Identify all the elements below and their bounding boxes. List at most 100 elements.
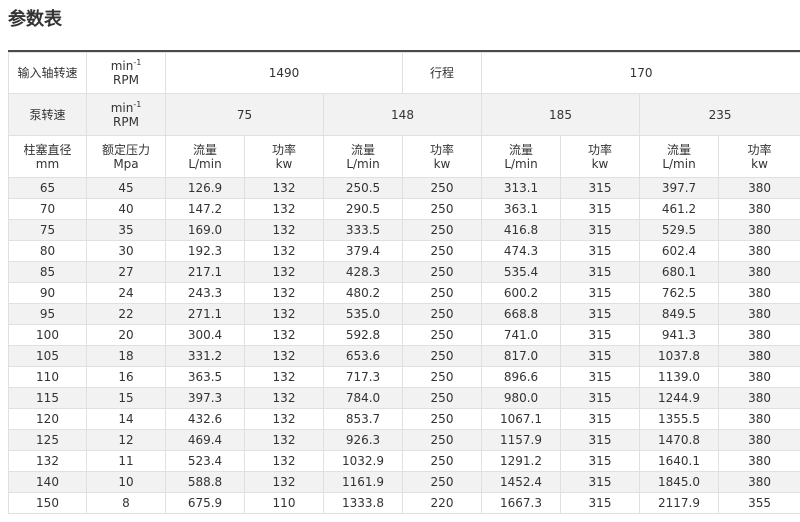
table-row: 75 35 169.0 132 333.5 250 416.8 315 529.5 380 — [8, 219, 800, 241]
input-speed-unit: min-1 RPM — [86, 52, 166, 94]
plunger-diameter-header: 柱塞直径 mm — [8, 135, 87, 178]
table-row: 125 12 469.4 132 926.3 250 1157.9 315 1470.8 380 — [8, 429, 800, 451]
flow-cell: 529.5 — [639, 219, 719, 241]
flow-cell: 1139.0 — [639, 366, 719, 388]
flow-cell: 1291.2 — [481, 450, 561, 472]
flow-cell: 397.3 — [165, 387, 245, 409]
flow-cell: 1845.0 — [639, 471, 719, 493]
rated-pressure-header: 额定压力 Mpa — [86, 135, 166, 178]
rated-pressure-cell: 15 — [86, 387, 166, 409]
header-row-input-speed: 输入轴转速 min-1 RPM 1490 行程 170 — [8, 52, 800, 94]
power-cell: 380 — [717, 261, 800, 283]
pump-speed-value: 235 — [638, 93, 800, 136]
power-cell: 315 — [560, 429, 640, 451]
flow-cell: 461.2 — [639, 198, 719, 220]
flow-cell: 474.3 — [481, 240, 561, 262]
rated-pressure-cell: 8 — [86, 492, 166, 514]
flow-cell: 675.9 — [165, 492, 245, 514]
rated-pressure-cell: 16 — [86, 366, 166, 388]
power-cell: 250 — [402, 366, 482, 388]
power-cell: 315 — [560, 240, 640, 262]
table-row: 140 10 588.8 132 1161.9 250 1452.4 315 1845.0 380 — [8, 471, 800, 493]
input-speed-label: 输入轴转速 — [8, 52, 87, 94]
rated-pressure-cell: 22 — [86, 303, 166, 325]
flow-cell: 653.6 — [323, 345, 403, 367]
plunger-diameter-cell: 150 — [8, 492, 87, 514]
flow-cell: 941.3 — [639, 324, 719, 346]
flow-cell: 762.5 — [639, 282, 719, 304]
flow-cell: 217.1 — [165, 261, 245, 283]
flow-cell: 1470.8 — [639, 429, 719, 451]
flow-cell: 849.5 — [639, 303, 719, 325]
power-cell: 250 — [402, 345, 482, 367]
power-cell: 315 — [560, 303, 640, 325]
page-title: 参数表 — [8, 9, 62, 30]
power-cell: 380 — [717, 408, 800, 430]
rated-pressure-cell: 30 — [86, 240, 166, 262]
rated-pressure-cell: 27 — [86, 261, 166, 283]
rated-pressure-cell: 45 — [86, 177, 166, 199]
flow-cell: 379.4 — [323, 240, 403, 262]
column-header-row: 柱塞直径 mm 额定压力 Mpa 流量 L/min 功率 kw 流量 L/min 功率… — [8, 135, 800, 178]
flow-cell: 250.5 — [323, 177, 403, 199]
power-cell: 250 — [402, 219, 482, 241]
power-cell: 250 — [402, 282, 482, 304]
flow-header: 流量 L/min — [481, 135, 561, 178]
power-cell: 315 — [560, 366, 640, 388]
flow-cell: 784.0 — [323, 387, 403, 409]
table-row: 85 27 217.1 132 428.3 250 535.4 315 680.1 380 — [8, 261, 800, 283]
power-cell: 132 — [244, 366, 324, 388]
power-cell: 250 — [402, 471, 482, 493]
power-cell: 380 — [717, 282, 800, 304]
power-cell: 315 — [560, 324, 640, 346]
power-cell: 315 — [560, 261, 640, 283]
power-cell: 132 — [244, 324, 324, 346]
power-cell: 132 — [244, 240, 324, 262]
power-cell: 315 — [560, 471, 640, 493]
plunger-diameter-cell: 85 — [8, 261, 87, 283]
rated-pressure-cell: 40 — [86, 198, 166, 220]
flow-cell: 1452.4 — [481, 471, 561, 493]
table-row: 100 20 300.4 132 592.8 250 741.0 315 941.3 380 — [8, 324, 800, 346]
flow-cell: 1161.9 — [323, 471, 403, 493]
power-cell: 250 — [402, 240, 482, 262]
power-cell: 132 — [244, 198, 324, 220]
plunger-diameter-cell: 90 — [8, 282, 87, 304]
power-cell: 132 — [244, 219, 324, 241]
power-cell: 380 — [717, 366, 800, 388]
pump-speed-unit: min-1 RPM — [86, 93, 166, 136]
power-cell: 355 — [717, 492, 800, 514]
flow-cell: 668.8 — [481, 303, 561, 325]
flow-cell: 741.0 — [481, 324, 561, 346]
flow-cell: 416.8 — [481, 219, 561, 241]
power-cell: 132 — [244, 450, 324, 472]
plunger-diameter-cell: 95 — [8, 303, 87, 325]
flow-cell: 817.0 — [481, 345, 561, 367]
flow-cell: 1355.5 — [639, 408, 719, 430]
flow-cell: 535.4 — [481, 261, 561, 283]
flow-header: 流量 L/min — [165, 135, 245, 178]
plunger-diameter-cell: 70 — [8, 198, 87, 220]
power-cell: 250 — [402, 261, 482, 283]
flow-cell: 2117.9 — [639, 492, 719, 514]
power-cell: 250 — [402, 198, 482, 220]
power-cell: 250 — [402, 450, 482, 472]
rated-pressure-cell: 14 — [86, 408, 166, 430]
plunger-diameter-cell: 120 — [8, 408, 87, 430]
power-cell: 315 — [560, 387, 640, 409]
power-cell: 315 — [560, 450, 640, 472]
power-cell: 315 — [560, 282, 640, 304]
flow-cell: 1667.3 — [481, 492, 561, 514]
power-cell: 250 — [402, 408, 482, 430]
power-cell: 132 — [244, 303, 324, 325]
flow-header: 流量 L/min — [323, 135, 403, 178]
flow-cell: 1037.8 — [639, 345, 719, 367]
rated-pressure-cell: 18 — [86, 345, 166, 367]
power-cell: 380 — [717, 429, 800, 451]
power-cell: 380 — [717, 471, 800, 493]
power-cell: 315 — [560, 219, 640, 241]
power-cell: 380 — [717, 198, 800, 220]
table-row: 132 11 523.4 132 1032.9 250 1291.2 315 1640.1 380 — [8, 450, 800, 472]
flow-header: 流量 L/min — [639, 135, 719, 178]
power-cell: 250 — [402, 303, 482, 325]
